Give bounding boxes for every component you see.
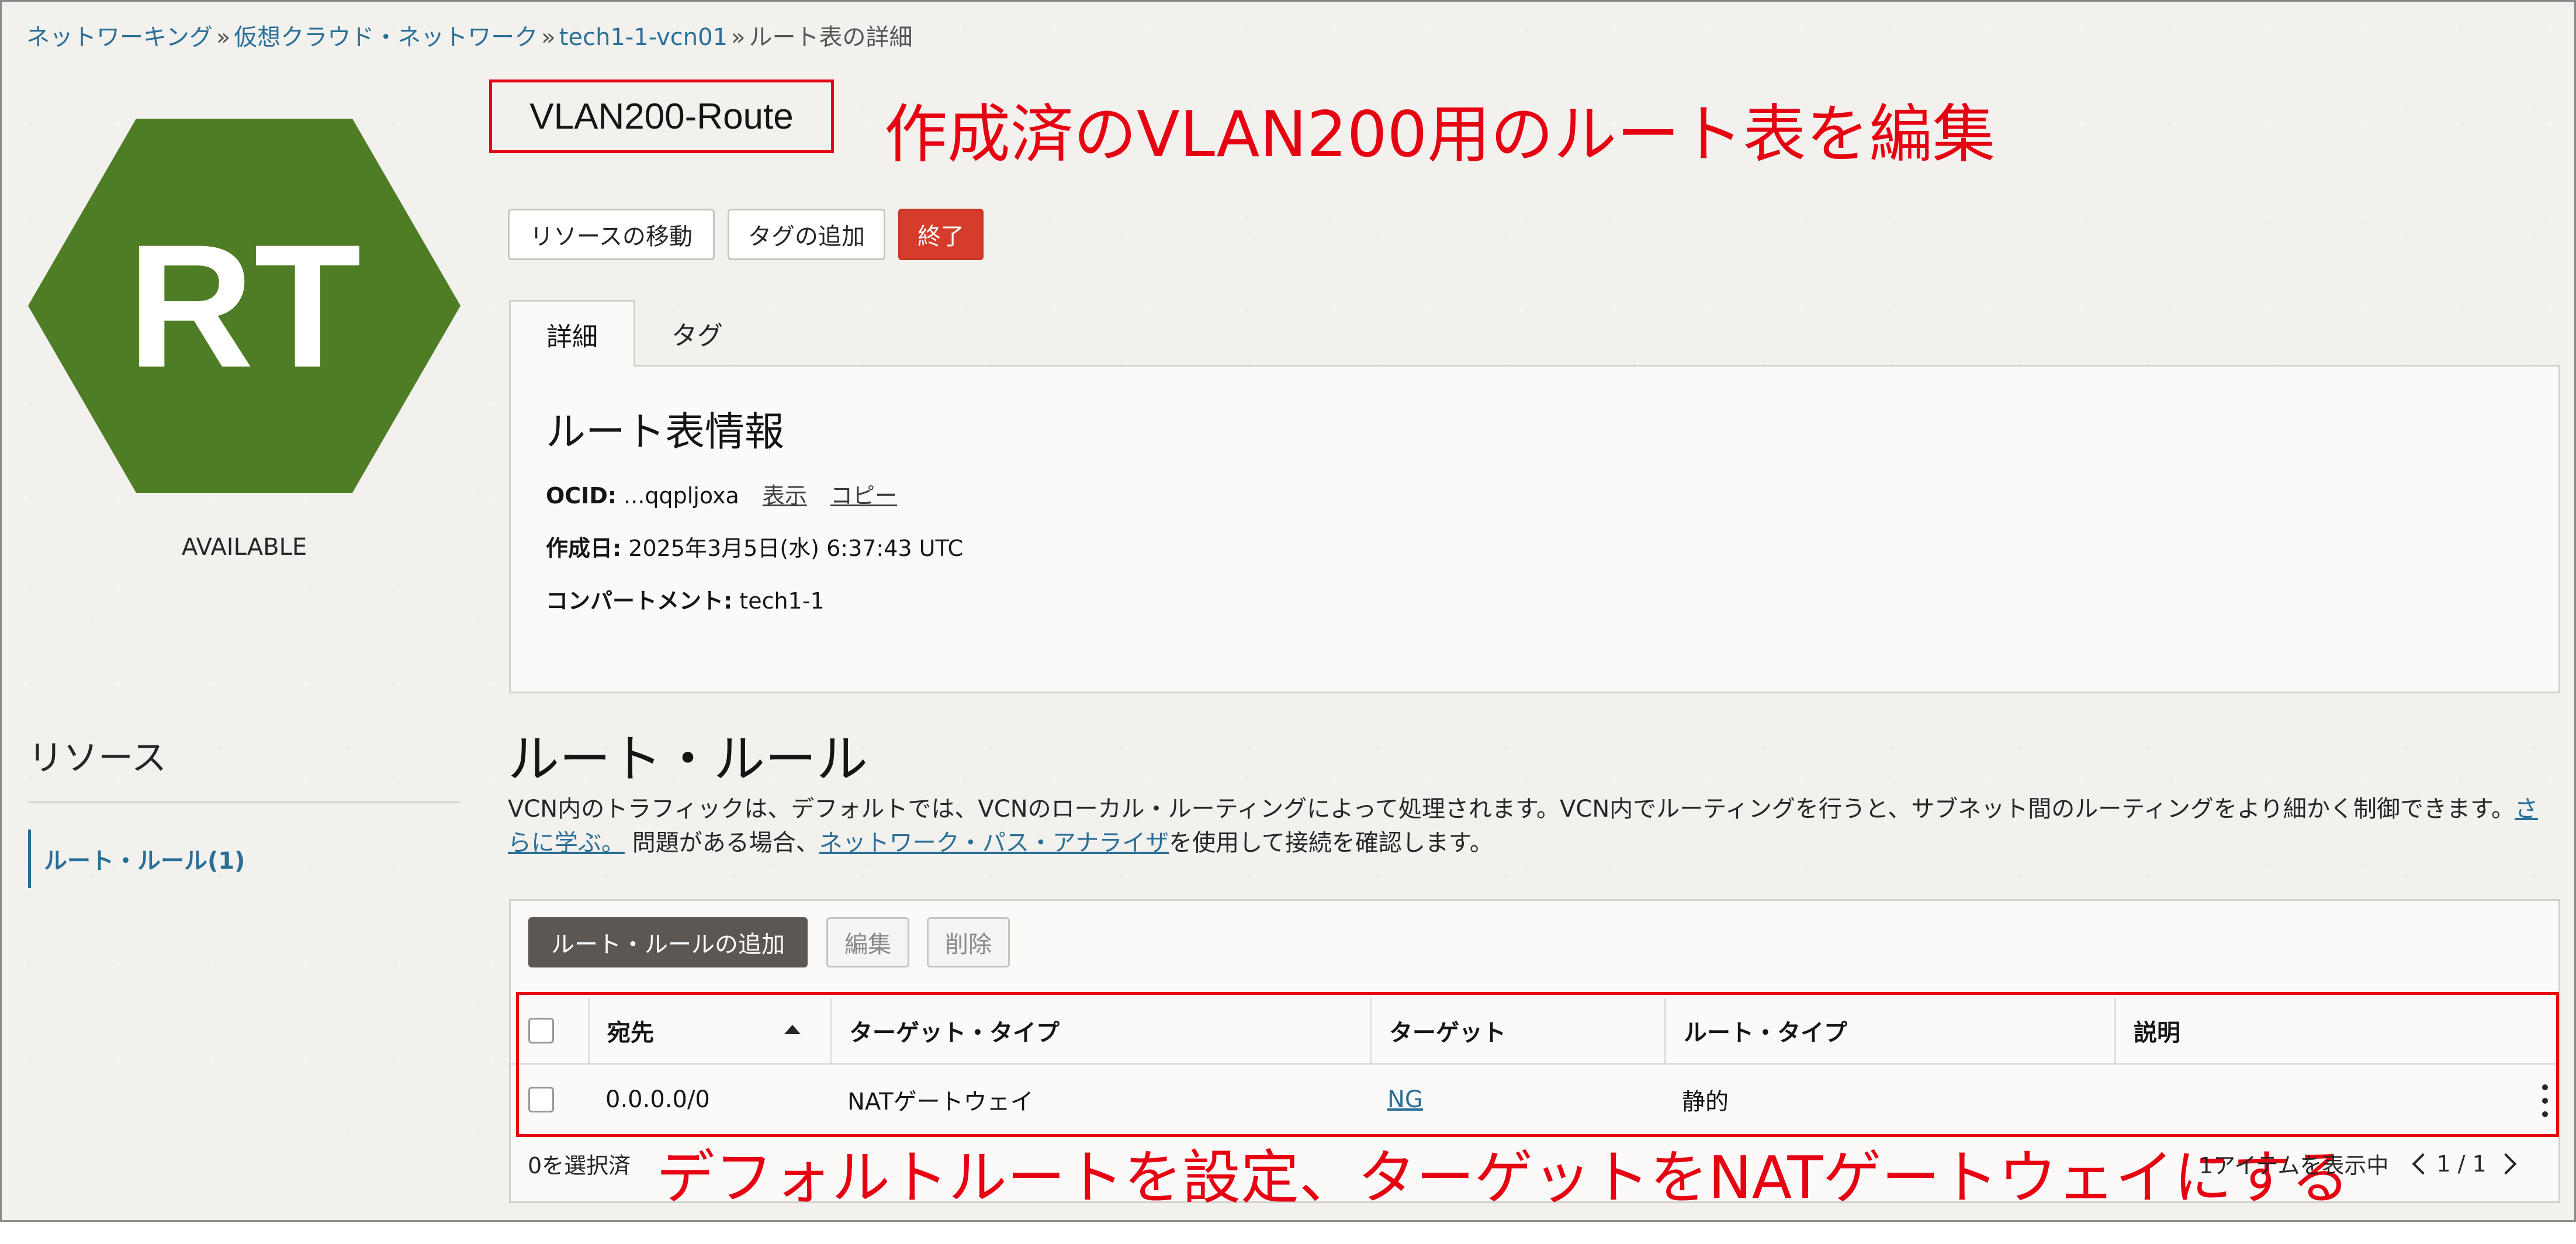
breadcrumb-separator: » xyxy=(541,24,556,51)
row-select-cell xyxy=(511,1065,588,1135)
sidebar-item-label: ルート・ルール(1) xyxy=(44,848,245,875)
console-window: ネットワーキング» 仮想クラウド・ネットワーク» tech1-1-vcn01» ルート… xyxy=(0,0,2576,1222)
page-title: VLAN200-Route xyxy=(529,96,794,137)
breadcrumb-vcn[interactable]: tech1-1-vcn01 xyxy=(559,24,728,51)
compartment-row: コンパートメント: tech1-1 xyxy=(546,583,825,615)
ocid-show-link[interactable]: 表示 xyxy=(763,483,807,509)
ocid-row: OCID: ...qqpljoxa 表示 コピー xyxy=(546,478,897,510)
next-page-icon[interactable] xyxy=(2495,1153,2517,1174)
created-label: 作成日: xyxy=(546,535,622,561)
annotation-top: 作成済のVLAN200用のルート表を編集 xyxy=(884,98,1996,171)
status-label: AVAILABLE xyxy=(181,534,307,561)
row-checkbox[interactable] xyxy=(528,1087,554,1112)
column-header-label: ルート・タイプ xyxy=(1684,1020,1847,1046)
selected-count: 0を選択済 xyxy=(528,1153,631,1179)
items-showing-text: 1アイテムを表示中 xyxy=(2199,1153,2389,1179)
network-path-analyzer-link[interactable]: ネットワーク・パス・アナライザ xyxy=(819,830,1169,856)
tab-details[interactable]: 詳細 xyxy=(509,300,635,367)
annotation-bottom: デフォルトルートを設定、ターゲットをNATゲートウェイにする xyxy=(656,1143,2350,1212)
column-header-label: 宛先 xyxy=(607,1020,654,1046)
tab-tags[interactable]: タグ xyxy=(650,300,744,367)
compartment-label: コンパートメント: xyxy=(546,588,733,614)
cell-description xyxy=(2114,1065,2523,1135)
table-header-row: 宛先 ターゲット・タイプ ターゲット ルート・タイプ 説明 xyxy=(511,998,2558,1065)
breadcrumb-separator: » xyxy=(731,24,746,51)
breadcrumb-separator: » xyxy=(216,24,231,51)
column-header-label: 説明 xyxy=(2134,1020,2180,1046)
target-link[interactable]: NG xyxy=(1387,1086,1423,1113)
column-header-label: ターゲット xyxy=(1389,1020,1506,1046)
ocid-value: ...qqpljoxa xyxy=(624,483,739,509)
resources-heading: リソース xyxy=(28,738,167,779)
add-route-rule-button[interactable]: ルート・ルールの追加 xyxy=(528,917,808,967)
sort-ascending-icon[interactable] xyxy=(784,1025,801,1034)
cell-route-type: 静的 xyxy=(1682,1088,1729,1115)
column-header-description[interactable]: 説明 xyxy=(2114,998,2558,1063)
route-rules-heading: ルート・ルール xyxy=(508,729,868,789)
route-table-info-panel: ルート表情報 OCID: ...qqpljoxa 表示 コピー 作成日: 202… xyxy=(509,365,2560,693)
move-resource-button[interactable]: リソースの移動 xyxy=(508,209,715,260)
ocid-copy-link[interactable]: コピー xyxy=(830,483,897,509)
column-header-label: ターゲット・タイプ xyxy=(849,1020,1060,1046)
resources-divider xyxy=(28,801,461,803)
ocid-label: OCID: xyxy=(546,483,617,509)
created-value: 2025年3月5日(水) 6:37:43 UTC xyxy=(628,535,963,561)
terminate-button[interactable]: 終了 xyxy=(898,209,984,260)
select-all-cell xyxy=(511,998,588,1063)
breadcrumb: ネットワーキング» 仮想クラウド・ネットワーク» tech1-1-vcn01» ルート… xyxy=(26,18,913,52)
column-header-destination[interactable]: 宛先 xyxy=(588,998,830,1063)
description-text: 問題がある場合、 xyxy=(632,830,819,856)
description-text: VCN内のトラフィックは、デフォルトでは、VCNのローカル・ルーティングによって… xyxy=(508,796,2515,823)
select-all-checkbox[interactable] xyxy=(528,1018,554,1043)
cell-destination: 0.0.0.0/0 xyxy=(605,1086,710,1113)
route-rules-description: VCN内のトラフィックは、デフォルトでは、VCNのローカル・ルーティングによって… xyxy=(508,792,2542,860)
hexagon-icon-text: RT xyxy=(127,208,361,404)
breadcrumb-current: ルート表の詳細 xyxy=(749,24,913,51)
cell-target: NG xyxy=(1370,1065,1664,1135)
page-title-highlight: VLAN200-Route xyxy=(489,80,834,153)
created-row: 作成日: 2025年3月5日(水) 6:37:43 UTC xyxy=(546,530,963,562)
delete-button[interactable]: 削除 xyxy=(927,917,1010,967)
breadcrumb-networking[interactable]: ネットワーキング xyxy=(26,24,213,51)
info-heading: ルート表情報 xyxy=(546,409,785,455)
compartment-value: tech1-1 xyxy=(739,588,825,614)
row-actions-kebab-icon[interactable] xyxy=(2542,1084,2548,1117)
cell-target-type: NATゲートウェイ xyxy=(847,1088,1034,1115)
column-header-target[interactable]: ターゲット xyxy=(1370,998,1664,1063)
column-header-route-type[interactable]: ルート・タイプ xyxy=(1664,998,2114,1063)
add-tag-button[interactable]: タグの追加 xyxy=(728,209,885,260)
sidebar-item-route-rules[interactable]: ルート・ルール(1) xyxy=(28,830,245,888)
route-table-hexagon-icon: RT xyxy=(28,119,461,493)
breadcrumb-vcn-list[interactable]: 仮想クラウド・ネットワーク xyxy=(234,24,538,51)
edit-button[interactable]: 編集 xyxy=(826,917,909,967)
description-text: を使用して接続を確認します。 xyxy=(1169,830,1493,856)
column-header-target-type[interactable]: ターゲット・タイプ xyxy=(830,998,1370,1063)
page-indicator: 1 / 1 xyxy=(2436,1150,2487,1177)
previous-page-icon[interactable] xyxy=(2412,1153,2434,1174)
pagination: 1アイテムを表示中 1 / 1 xyxy=(2199,1148,2517,1180)
table-row: 0.0.0.0/0 NATゲートウェイ NG 静的 xyxy=(511,1065,2558,1135)
